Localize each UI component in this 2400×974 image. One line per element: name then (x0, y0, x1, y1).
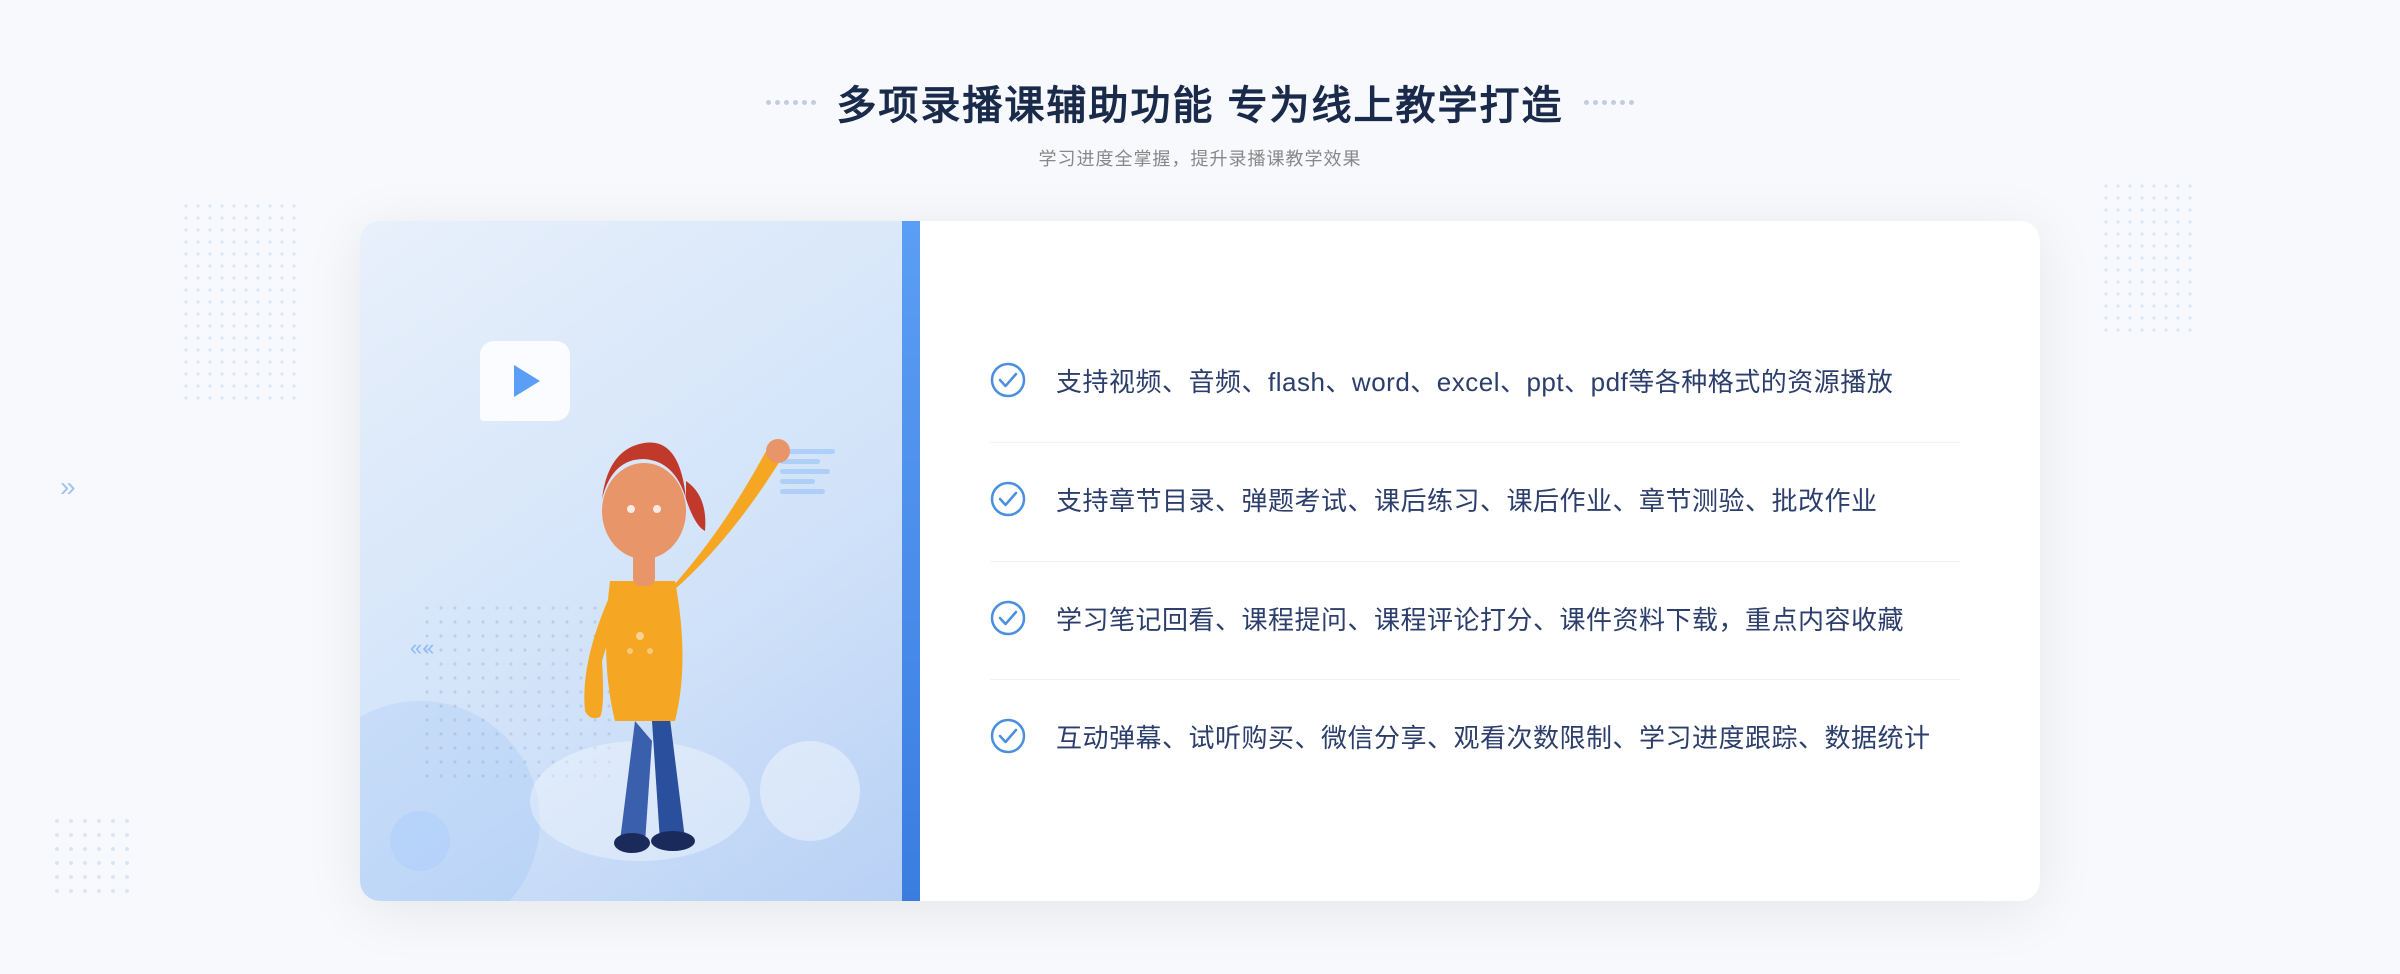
main-card: «« (360, 221, 2040, 901)
feature-text-1: 支持视频、音频、flash、word、excel、ppt、pdf等各种格式的资源… (1056, 362, 1893, 404)
check-icon-4 (990, 718, 1026, 754)
page-title: 多项录播课辅助功能 专为线上教学打造 (836, 73, 1563, 131)
feature-text-2: 支持章节目录、弹题考试、课后练习、课后作业、章节测验、批改作业 (1056, 481, 1878, 523)
feature-item-3: 学习笔记回看、课程提问、课程评论打分、课件资料下载，重点内容收藏 (990, 562, 1960, 681)
feature-item-2: 支持章节目录、弹题考试、课后练习、课后作业、章节测验、批改作业 (990, 443, 1960, 562)
page-subtitle: 学习进度全掌握，提升录播课教学效果 (766, 145, 1633, 171)
feature-item-1: 支持视频、音频、flash、word、excel、ppt、pdf等各种格式的资源… (990, 324, 1960, 443)
check-icon-1 (990, 362, 1026, 398)
illustration-panel: «« (360, 221, 920, 901)
check-icon-2 (990, 481, 1026, 517)
page-dots-bottom-left (50, 814, 130, 894)
feature-text-4: 互动弹幕、试听购买、微信分享、观看次数限制、学习进度跟踪、数据统计 (1056, 718, 1931, 760)
chevron-left-icon: » (60, 471, 76, 503)
feature-text-3: 学习笔记回看、课程提问、课程评论打分、课件资料下载，重点内容收藏 (1056, 600, 1904, 642)
blue-accent-bar (902, 221, 920, 901)
page-header: 多项录播课辅助功能 专为线上教学打造 学习进度全掌握，提升录播课教学效果 (766, 73, 1633, 171)
card-chevron-icon: «« (410, 635, 434, 661)
human-figure-illustration (490, 381, 790, 901)
bg-dots-left (180, 200, 300, 400)
header-dots-left (766, 100, 816, 105)
check-icon-3 (990, 600, 1026, 636)
bg-dots-right (2100, 180, 2200, 340)
header-dots-right (1584, 100, 1634, 105)
feature-item-4: 互动弹幕、试听购买、微信分享、观看次数限制、学习进度跟踪、数据统计 (990, 680, 1960, 798)
features-panel: 支持视频、音频、flash、word、excel、ppt、pdf等各种格式的资源… (920, 221, 2040, 901)
deco-circle-small (390, 811, 450, 871)
